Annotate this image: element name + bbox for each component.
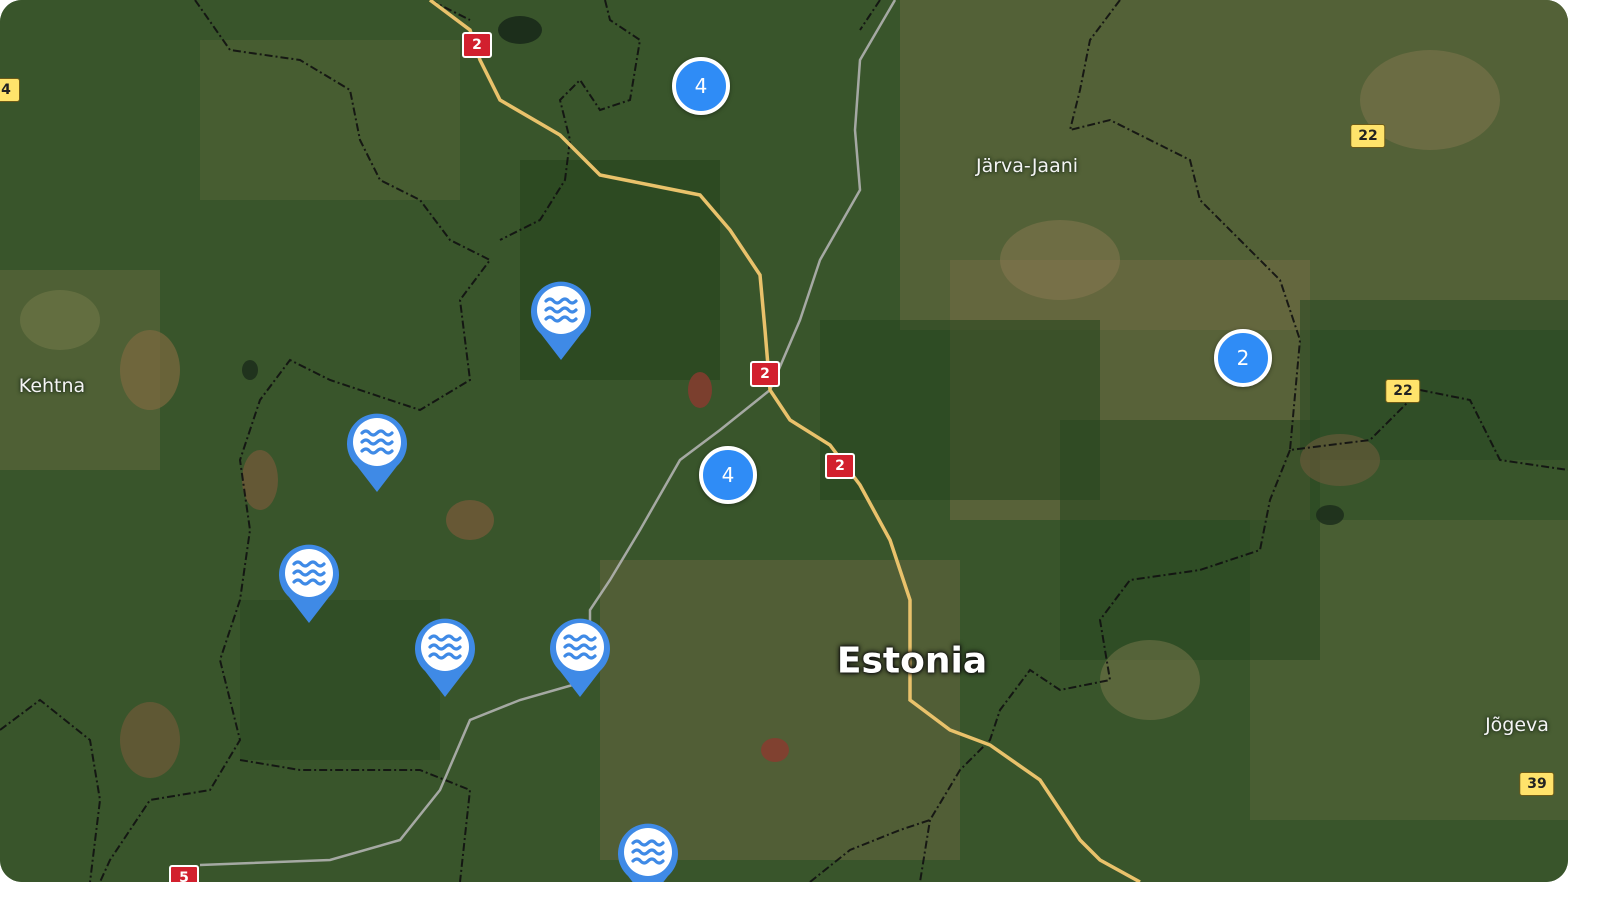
country-label: Estonia <box>836 640 988 682</box>
highway-shield: 2 <box>462 32 492 58</box>
satellite-map[interactable]: Järva-Jaani Kehtna Jõgeva Estonia 2 2 2 … <box>0 0 1568 882</box>
place-label-jarva-jaani: Järva-Jaani <box>975 155 1079 177</box>
regional-road-shield: 39 <box>1519 772 1555 796</box>
map-terrain[interactable] <box>0 0 1568 882</box>
highway-shield: 2 <box>825 453 855 479</box>
water-marker[interactable] <box>529 278 593 362</box>
regional-road-shield: 22 <box>1350 124 1386 148</box>
marker-cluster[interactable]: 4 <box>699 446 757 504</box>
highway-shield: 5 <box>169 865 199 882</box>
regional-road-shield: 4 <box>0 78 20 102</box>
highway-shield: 2 <box>750 361 780 387</box>
water-marker[interactable] <box>548 615 612 699</box>
water-marker[interactable] <box>413 615 477 699</box>
water-marker[interactable] <box>277 541 341 625</box>
place-label-kehtna: Kehtna <box>18 375 86 397</box>
place-label-jogeva: Jõgeva <box>1485 714 1549 736</box>
marker-cluster[interactable]: 4 <box>672 57 730 115</box>
water-marker[interactable] <box>616 820 680 882</box>
marker-cluster[interactable]: 2 <box>1214 329 1272 387</box>
regional-road-shield: 22 <box>1385 379 1421 403</box>
water-marker[interactable] <box>345 410 409 494</box>
